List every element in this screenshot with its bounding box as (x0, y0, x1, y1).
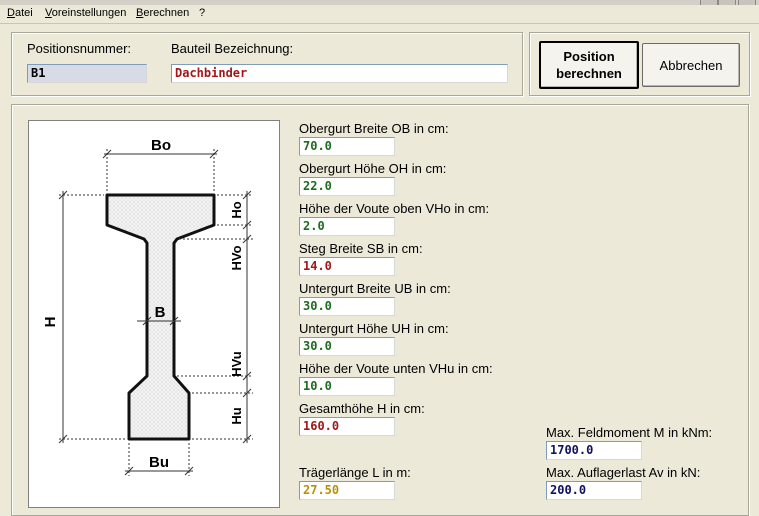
field-label-ob: Obergurt Breite OB in cm: (299, 121, 449, 136)
input-ub[interactable]: 30.0 (299, 297, 395, 316)
menu-datei[interactable]: Datei (7, 7, 33, 19)
menu-bar: Datei Voreinstellungen Berechnen ? (0, 5, 759, 24)
input-vho[interactable]: 2.0 (299, 217, 395, 236)
menu-berechnen[interactable]: Berechnen (136, 7, 189, 19)
field-label-ub: Untergurt Breite UB in cm: (299, 281, 451, 296)
label-hu: Hu (229, 407, 244, 424)
label-h: H (42, 317, 59, 328)
field-label-h: Gesamthöhe H in cm: (299, 401, 425, 416)
input-h[interactable]: 160.0 (299, 417, 395, 436)
label-bu: Bu (149, 454, 169, 471)
label-b: B (155, 304, 166, 321)
calculate-button[interactable]: Position berechnen (539, 41, 639, 89)
position-label: Positionsnummer: (27, 41, 132, 56)
input-sb[interactable]: 14.0 (299, 257, 395, 276)
menu-help[interactable]: ? (199, 7, 205, 19)
input-oh[interactable]: 22.0 (299, 177, 395, 196)
support-label: Max. Auflagerlast Av in kN: (546, 465, 701, 480)
label-hvo: HVo (229, 245, 244, 270)
label-ho: Ho (229, 201, 244, 218)
label-hvu: HVu (229, 351, 244, 377)
cancel-button[interactable]: Abbrechen (642, 43, 740, 87)
name-label: Bauteil Bezeichnung: (171, 41, 294, 56)
input-moment[interactable]: 1700.0 (546, 441, 642, 460)
moment-label: Max. Feldmoment M in kNm: (546, 425, 713, 440)
label-bo: Bo (151, 137, 171, 154)
input-uh[interactable]: 30.0 (299, 337, 395, 356)
field-label-vho: Höhe der Voute oben VHo in cm: (299, 201, 490, 216)
input-vhu[interactable]: 10.0 (299, 377, 395, 396)
input-support[interactable]: 200.0 (546, 481, 642, 500)
cross-section-diagram: Bo Bu B H Ho HVo HVu Hu (28, 120, 280, 508)
field-label-oh: Obergurt Höhe OH in cm: (299, 161, 447, 176)
i-beam-drawing: Bo Bu B H Ho HVo HVu Hu (42, 137, 253, 476)
field-label-vhu: Höhe der Voute unten VHu in cm: (299, 361, 493, 376)
input-span[interactable]: 27.50 (299, 481, 395, 500)
position-field[interactable]: B1 (27, 64, 147, 83)
menu-voreinstellungen[interactable]: Voreinstellungen (45, 7, 126, 19)
input-ob[interactable]: 70.0 (299, 137, 395, 156)
span-label: Trägerlänge L in m: (299, 465, 411, 480)
field-label-uh: Untergurt Höhe UH in cm: (299, 321, 449, 336)
name-field[interactable]: Dachbinder (171, 64, 508, 83)
field-label-sb: Steg Breite SB in cm: (299, 241, 423, 256)
